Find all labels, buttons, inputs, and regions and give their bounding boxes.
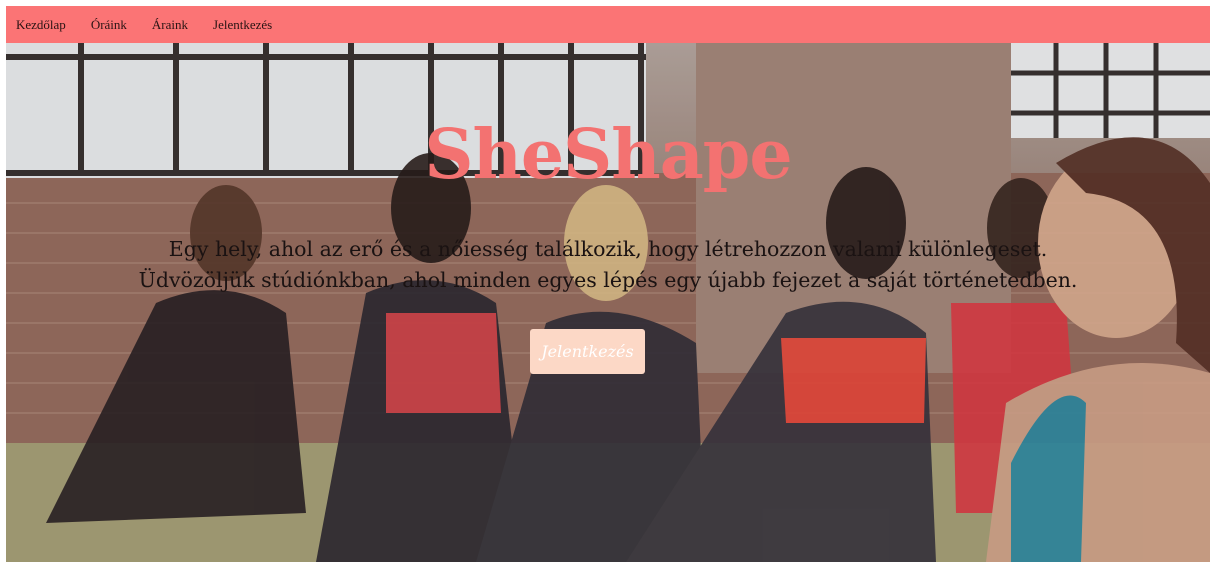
top-navbar: Kezdőlap Óráink Áraink Jelentkezés [6, 6, 1210, 43]
nav-link-orak[interactable]: Óráink [91, 17, 127, 33]
nav-link-kezdolap[interactable]: Kezdőlap [16, 17, 66, 33]
hero-section: SheShape Egy hely, ahol az erő és a nőie… [6, 43, 1210, 562]
nav-link-jelentkezes[interactable]: Jelentkezés [213, 17, 272, 33]
nav-link-arak[interactable]: Áraink [152, 17, 188, 33]
hero-tagline-line-1: Egy hely, ahol az erő és a nőiesség talá… [168, 237, 1048, 261]
hero-title: SheShape [424, 115, 792, 195]
signup-button[interactable]: Jelentkezés [530, 329, 645, 374]
hero-tagline: Egy hely, ahol az erő és a nőiesség talá… [6, 234, 1210, 296]
hero-tagline-line-2: Üdvözöljük stúdiónkban, ahol minden egye… [138, 268, 1078, 292]
